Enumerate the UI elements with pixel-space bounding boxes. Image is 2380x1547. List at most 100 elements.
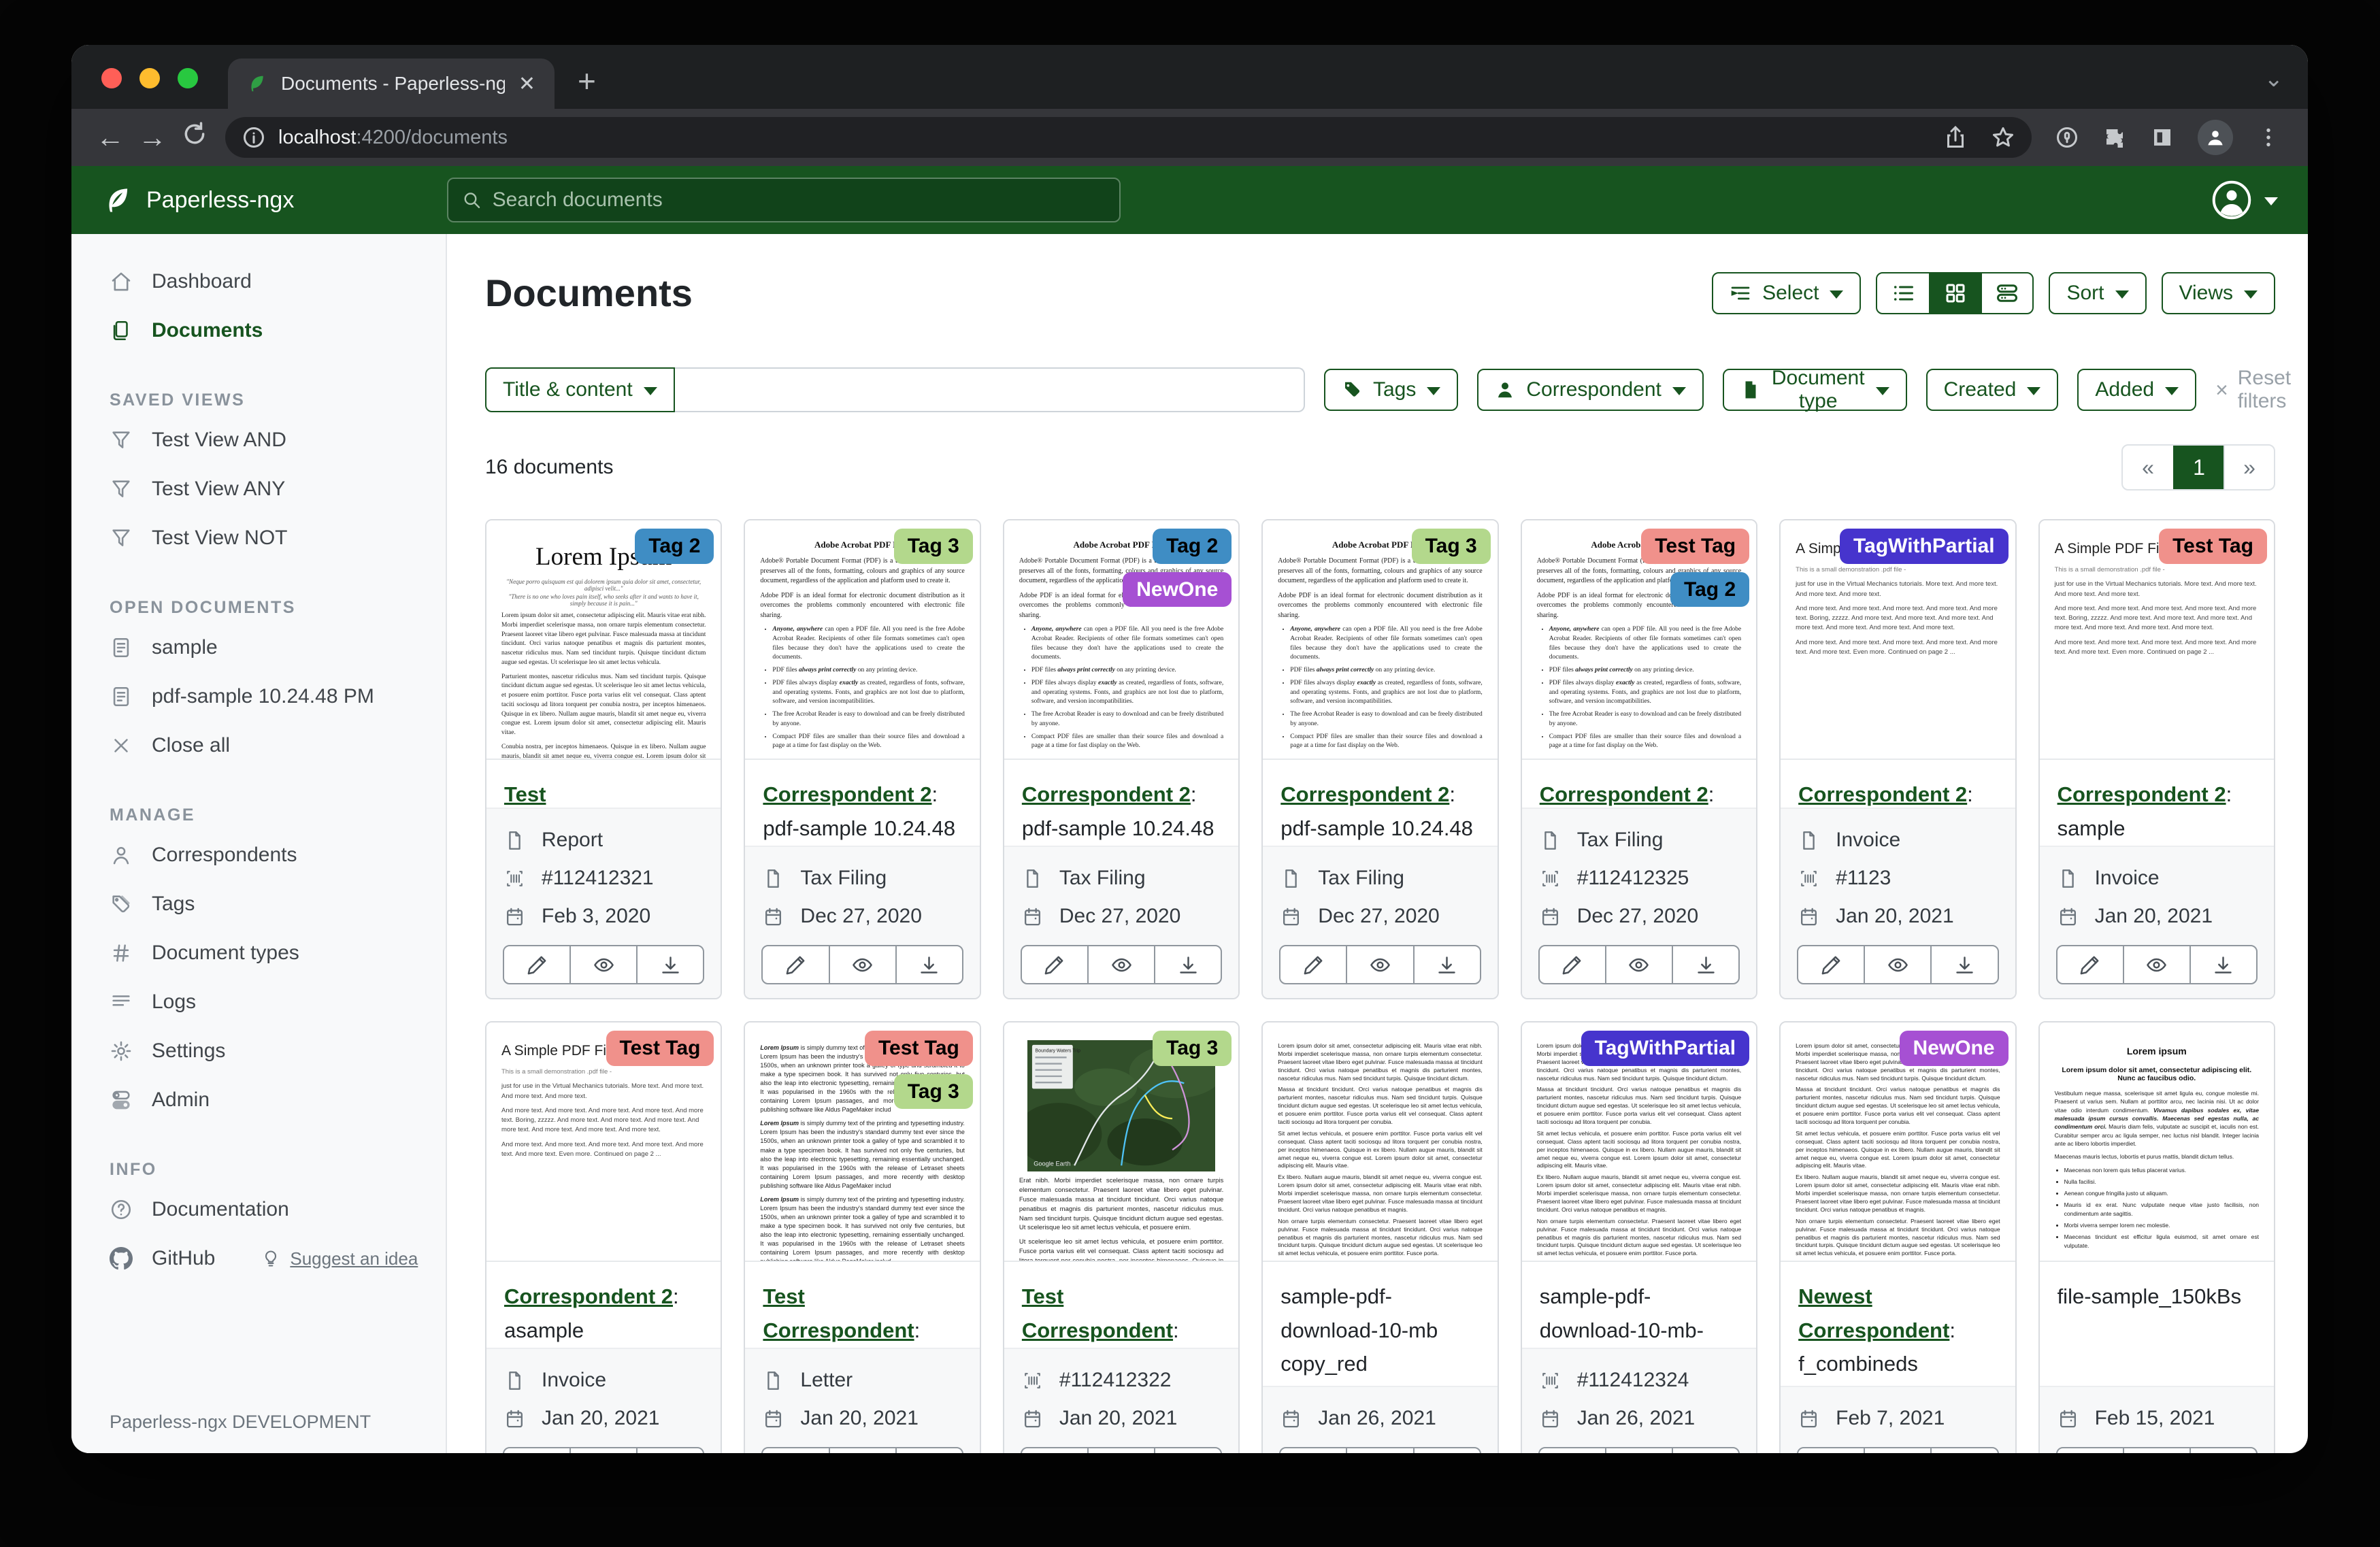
- document-preview[interactable]: Adobe Acrobat PDF Files Adobe® Portable …: [1263, 520, 1497, 760]
- created-date-row[interactable]: Feb 3, 2020: [503, 897, 704, 935]
- pagination-prev-button[interactable]: «: [2123, 446, 2173, 489]
- address-bar[interactable]: localhost:4200/documents: [225, 117, 2032, 158]
- sort-button[interactable]: Sort: [2049, 272, 2146, 314]
- suggest-idea-link[interactable]: Suggest an idea: [261, 1248, 418, 1269]
- sidebar-item-github[interactable]: GitHubSuggest an idea: [71, 1234, 446, 1283]
- reload-button[interactable]: [173, 121, 216, 154]
- download-button[interactable]: [895, 946, 962, 983]
- download-button[interactable]: [1413, 946, 1480, 983]
- download-button[interactable]: [1672, 946, 1738, 983]
- document-type-row[interactable]: Invoice: [2056, 859, 2258, 897]
- view-button[interactable]: [1346, 946, 1412, 983]
- tag-pill[interactable]: Tag 2: [635, 529, 714, 564]
- tag-pill[interactable]: Test Tag: [1641, 529, 1749, 564]
- password-manager-icon[interactable]: [2055, 125, 2079, 150]
- sidebar-item-logs[interactable]: Logs: [71, 978, 446, 1027]
- view-button[interactable]: [1864, 946, 1930, 983]
- views-button[interactable]: Views: [2162, 272, 2275, 314]
- document-preview[interactable]: Boundary Waters Trip Google Earth Erat n…: [1004, 1022, 1238, 1262]
- tag-pill[interactable]: Test Tag: [606, 1031, 714, 1066]
- minimize-window-button[interactable]: [139, 68, 160, 88]
- document-type-row[interactable]: Tax Filing: [761, 859, 963, 897]
- document-type-row[interactable]: Tax Filing: [1021, 859, 1222, 897]
- created-date-row[interactable]: Feb 7, 2021: [1797, 1399, 1998, 1437]
- pagination-page-1[interactable]: 1: [2173, 446, 2224, 489]
- download-button[interactable]: [1930, 946, 1997, 983]
- created-date-row[interactable]: Jan 20, 2021: [503, 1399, 704, 1437]
- sidebar-item-sample[interactable]: sample: [71, 623, 446, 672]
- tag-pill[interactable]: TagWithPartial: [1840, 529, 2009, 564]
- document-preview[interactable]: Lorem ipsum dolor sit amet, consectetur …: [1263, 1022, 1497, 1262]
- edit-button[interactable]: [1540, 946, 1605, 983]
- created-date-row[interactable]: Jan 20, 2021: [761, 1399, 963, 1437]
- sidebar-item-pdf-sample-10-24-48-pm[interactable]: pdf-sample 10.24.48 PM: [71, 672, 446, 721]
- edit-button[interactable]: [763, 1448, 828, 1453]
- created-date-row[interactable]: Dec 27, 2020: [1279, 897, 1481, 935]
- created-date-row[interactable]: Jan 26, 2021: [1538, 1399, 1740, 1437]
- view-button[interactable]: [1087, 946, 1154, 983]
- edit-button[interactable]: [1798, 946, 1864, 983]
- view-detail-button[interactable]: [1981, 273, 2032, 313]
- title-content-filter-input[interactable]: [675, 367, 1305, 412]
- tab-close-icon[interactable]: ✕: [518, 72, 535, 96]
- created-date-row[interactable]: Jan 20, 2021: [1021, 1399, 1222, 1437]
- correspondent-filter-button[interactable]: Correspondent: [1477, 369, 1703, 411]
- correspondent-link[interactable]: Correspondent 2: [2057, 782, 2226, 806]
- correspondent-link[interactable]: Correspondent 2: [1022, 782, 1191, 806]
- download-button[interactable]: [636, 1448, 703, 1453]
- search-input[interactable]: [493, 188, 1106, 212]
- sidebar-item-documentation[interactable]: Documentation: [71, 1185, 446, 1234]
- sidebar-item-test-view-any[interactable]: Test View ANY: [71, 465, 446, 514]
- edit-button[interactable]: [763, 946, 828, 983]
- edit-button[interactable]: [1280, 946, 1346, 983]
- download-button[interactable]: [636, 946, 703, 983]
- document-preview[interactable]: Lorem ipsum dolor sit amet, consectetur …: [1781, 1022, 2015, 1262]
- browser-profile-avatar[interactable]: [2198, 120, 2233, 155]
- select-button[interactable]: Select: [1712, 272, 1861, 314]
- document-preview[interactable]: Adobe Acrobat PDF Files Adobe® Portable …: [745, 520, 979, 760]
- view-button[interactable]: [829, 1448, 895, 1453]
- edit-button[interactable]: [1022, 946, 1087, 983]
- download-button[interactable]: [1154, 946, 1221, 983]
- created-date-row[interactable]: Dec 27, 2020: [1538, 897, 1740, 935]
- view-button[interactable]: [569, 946, 636, 983]
- view-button[interactable]: [829, 946, 895, 983]
- edit-button[interactable]: [1280, 1448, 1346, 1453]
- sidebar-item-documents[interactable]: Documents: [71, 306, 446, 355]
- tab-search-chevron-icon[interactable]: ⌄: [2264, 65, 2284, 93]
- document-type-row[interactable]: Letter: [761, 1361, 963, 1399]
- new-tab-button[interactable]: +: [578, 63, 596, 99]
- correspondent-link[interactable]: Correspondent 2: [1280, 782, 1449, 806]
- close-window-button[interactable]: [101, 68, 122, 88]
- browser-menu-icon[interactable]: [2256, 125, 2281, 150]
- document-type-row[interactable]: Invoice: [1797, 821, 1998, 859]
- correspondent-link[interactable]: Correspondent 2: [504, 1284, 673, 1308]
- document-preview[interactable]: Lorem Ipsum is simply dummy text of the …: [745, 1022, 979, 1262]
- tag-pill[interactable]: Test Tag: [2159, 529, 2267, 564]
- document-type-row[interactable]: Tax Filing: [1279, 859, 1481, 897]
- tag-pill[interactable]: Tag 2: [1153, 529, 1232, 564]
- tags-filter-button[interactable]: Tags: [1324, 369, 1458, 411]
- document-preview[interactable]: Lorem ipsum dolor sit amet, consectetur …: [1522, 1022, 1756, 1262]
- sidebar-item-test-view-and[interactable]: Test View AND: [71, 416, 446, 465]
- view-button[interactable]: [1864, 1448, 1930, 1453]
- tag-pill[interactable]: Tag 3: [1153, 1031, 1232, 1066]
- reset-filters-button[interactable]: × Reset filters: [2215, 367, 2291, 413]
- created-date-row[interactable]: Dec 27, 2020: [761, 897, 963, 935]
- correspondent-link[interactable]: Test Correspondent: [763, 1284, 914, 1342]
- tag-pill[interactable]: Test Tag: [865, 1031, 973, 1066]
- maximize-window-button[interactable]: [178, 68, 198, 88]
- back-button[interactable]: ←: [89, 121, 131, 154]
- sidebar-item-correspondents[interactable]: Correspondents: [71, 831, 446, 880]
- download-button[interactable]: [895, 1448, 962, 1453]
- site-info-icon[interactable]: [242, 125, 266, 150]
- correspondent-link[interactable]: Correspondent 2: [1798, 782, 1967, 806]
- document-preview[interactable]: Lorem Ipsum "Neque porro quisquam est qu…: [486, 520, 721, 760]
- view-button[interactable]: [2123, 946, 2189, 983]
- forward-button[interactable]: →: [131, 121, 173, 154]
- created-date-row[interactable]: Jan 26, 2021: [1279, 1399, 1481, 1437]
- document-type-row[interactable]: Report: [503, 821, 704, 859]
- tag-pill[interactable]: Tag 3: [894, 1074, 973, 1110]
- sidebar-item-document-types[interactable]: Document types: [71, 929, 446, 978]
- tag-pill[interactable]: TagWithPartial: [1581, 1031, 1750, 1066]
